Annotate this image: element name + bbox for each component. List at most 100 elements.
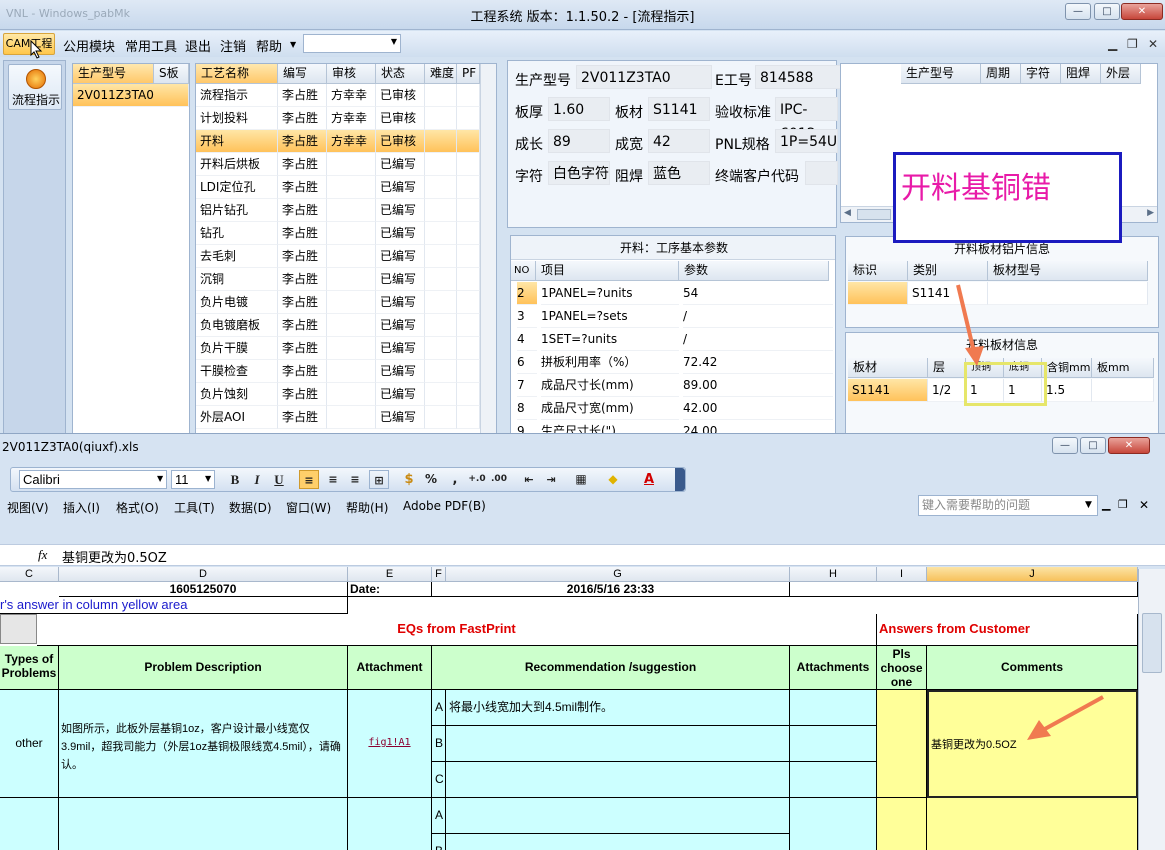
fill-color-icon[interactable]: ◆ [603,470,623,489]
prod-field[interactable]: 2V011Z3TA0 [576,65,712,89]
help-search-input[interactable]: 键入需要帮助的问题 [918,495,1098,516]
menu-help[interactable]: 帮助 [256,36,282,55]
bold-icon[interactable]: B [225,470,245,489]
underline-icon[interactable]: U [269,470,289,489]
comment-cell-2[interactable] [927,798,1138,850]
menu-cam[interactable]: CAM工程 [3,33,55,55]
header-types[interactable]: Types of Problems [0,646,59,690]
attachment-cell-2[interactable] [348,798,432,850]
sheet-scroll-thumb[interactable] [1142,613,1162,673]
formula-bar[interactable]: fx 基铜更改为0.5OZ [0,544,1165,566]
attachments-cell-a[interactable] [790,690,877,726]
col-header-f[interactable]: F [432,567,446,582]
width-field[interactable]: 42 [648,129,710,153]
process-row[interactable]: 开料后烘板 李占胜 已编写 [196,153,496,176]
increase-indent-icon[interactable]: ⇥ [541,470,561,489]
menu-common-module[interactable]: 公用模块 [63,36,115,55]
process-row[interactable]: 负电镀磨板 李占胜 已编写 [196,314,496,337]
param-row[interactable]: 7 成品尺寸长(mm) 89.00 [511,374,835,397]
font-name-select[interactable]: Calibri [19,470,167,489]
col-header-board-model[interactable]: 板材型号 [988,261,1148,281]
param-row[interactable]: 6 拼板利用率（%） 72.42 [511,351,835,374]
align-right-icon[interactable]: ≡ [345,470,365,489]
excel-close-button[interactable]: ✕ [1108,437,1150,454]
mask-field[interactable]: 蓝色 [648,161,710,185]
attachments-cell-2[interactable] [790,798,877,850]
date-value-cell[interactable]: 2016/5/16 23:33 [432,582,790,597]
attachment-link[interactable]: fig1!A1 [348,690,432,798]
chevron-down-icon[interactable]: ▼ [157,474,163,483]
col-header-reviewer[interactable]: 审核 [327,64,376,84]
issue-description-cell[interactable]: 如图所示，此板外层基铜1oz，客户设计最小线宽仅3.9mil，超我司能力（外层1… [59,690,348,798]
menu-exit[interactable]: 退出 [185,36,211,55]
material-field[interactable]: S1141 [648,97,710,121]
customer-code-field[interactable] [805,161,838,185]
col-header-board-mm[interactable]: 板mm [1092,358,1154,378]
flow-indicator-button[interactable]: 流程指示 [8,64,62,110]
mdi-restore-icon[interactable]: ❐ [1127,37,1138,51]
col-header-char[interactable]: 字符 [1021,64,1061,84]
attachments-cell-b[interactable] [790,726,877,762]
col-header-board[interactable]: 板材 [848,358,928,378]
col-header-i[interactable]: I [877,567,927,582]
comma-icon[interactable]: , [445,470,465,489]
process-row[interactable]: 负片干膜 李占胜 已编写 [196,337,496,360]
excel-mdi-restore-icon[interactable]: ❐ [1118,498,1128,511]
foil-row[interactable]: S1141 [848,282,1148,305]
issue-description-cell-2[interactable] [59,798,348,850]
header-attachments[interactable]: Attachments [790,646,877,690]
param-row[interactable]: 8 成品尺寸宽(mm) 42.00 [511,397,835,420]
process-row[interactable]: 开料 李占胜 方幸幸 已审核 [196,130,496,153]
param-row[interactable]: 3 1PANEL=?sets / [511,305,835,328]
option-a-text[interactable]: 将最小线宽加大到4.5mil制作。 [446,690,790,726]
excel-mdi-close-icon[interactable]: ✕ [1139,498,1149,512]
col-header-period[interactable]: 周期 [981,64,1021,84]
excel-mdi-minimize-icon[interactable]: ▁ [1102,498,1110,511]
thickness-field[interactable]: 1.60 [548,97,610,121]
percent-icon[interactable]: % [421,470,441,489]
process-row[interactable]: 去毛刺 李占胜 已编写 [196,245,496,268]
currency-icon[interactable]: $ [399,470,419,489]
close-button[interactable]: ✕ [1121,3,1163,20]
increase-decimal-icon[interactable]: +.0 [467,470,487,489]
header-description[interactable]: Problem Description [59,646,348,690]
excel-menu-insert[interactable]: 插入(I) [63,499,100,516]
excel-menu-window[interactable]: 窗口(W) [286,499,331,516]
italic-icon[interactable]: I [247,470,267,489]
chevron-down-icon[interactable]: ▼ [1085,500,1092,510]
col-header-g[interactable]: G [446,567,790,582]
date-label-cell[interactable]: Date: [348,582,432,597]
excel-minimize-button[interactable]: — [1052,437,1078,454]
align-left-icon[interactable]: ≡ [299,470,319,489]
col-header-status[interactable]: 状态 [376,64,425,84]
mdi-minimize-icon[interactable]: ▁ [1108,37,1117,51]
col-header-e[interactable]: E [348,567,432,582]
col-header-outer[interactable]: 外层 [1101,64,1141,84]
process-row[interactable]: 外层AOI 李占胜 已编写 [196,406,496,429]
process-row[interactable]: 流程指示 李占胜 方幸幸 已审核 [196,84,496,107]
option-a-text-2[interactable] [446,798,790,834]
col-header-author[interactable]: 编写 [278,64,327,84]
col-header-process[interactable]: 工艺名称 [196,64,278,84]
excel-menu-view[interactable]: 视图(V) [7,499,49,516]
scroll-left-icon[interactable]: ◀ [844,208,851,218]
menu-common-tools[interactable]: 常用工具 [125,36,177,55]
option-a-label-2[interactable]: A [432,798,446,834]
col-header-copper-mm[interactable]: 含铜mm [1042,358,1092,378]
process-row[interactable]: 沉铜 李占胜 已编写 [196,268,496,291]
toolbar-options-icon[interactable] [675,468,685,491]
col-header-pf[interactable]: PF [457,64,480,84]
decrease-decimal-icon[interactable]: .00 [489,470,509,489]
col-header-model[interactable]: 生产型号 [73,64,154,84]
chevron-down-icon[interactable]: ▼ [290,40,296,49]
col-header-h[interactable]: H [790,567,877,582]
sheet-vertical-scrollbar[interactable] [1138,569,1165,850]
issue-type-cell-2[interactable] [0,798,59,850]
option-b-label-2[interactable]: B [432,834,446,850]
option-c-text[interactable] [446,762,790,798]
header-choose[interactable]: Pls choose one [877,646,927,690]
decrease-indent-icon[interactable]: ⇤ [519,470,539,489]
col-header-j[interactable]: J [927,567,1138,582]
excel-menu-tools[interactable]: 工具(T) [174,499,215,516]
scroll-right-icon[interactable]: ▶ [1147,208,1154,218]
